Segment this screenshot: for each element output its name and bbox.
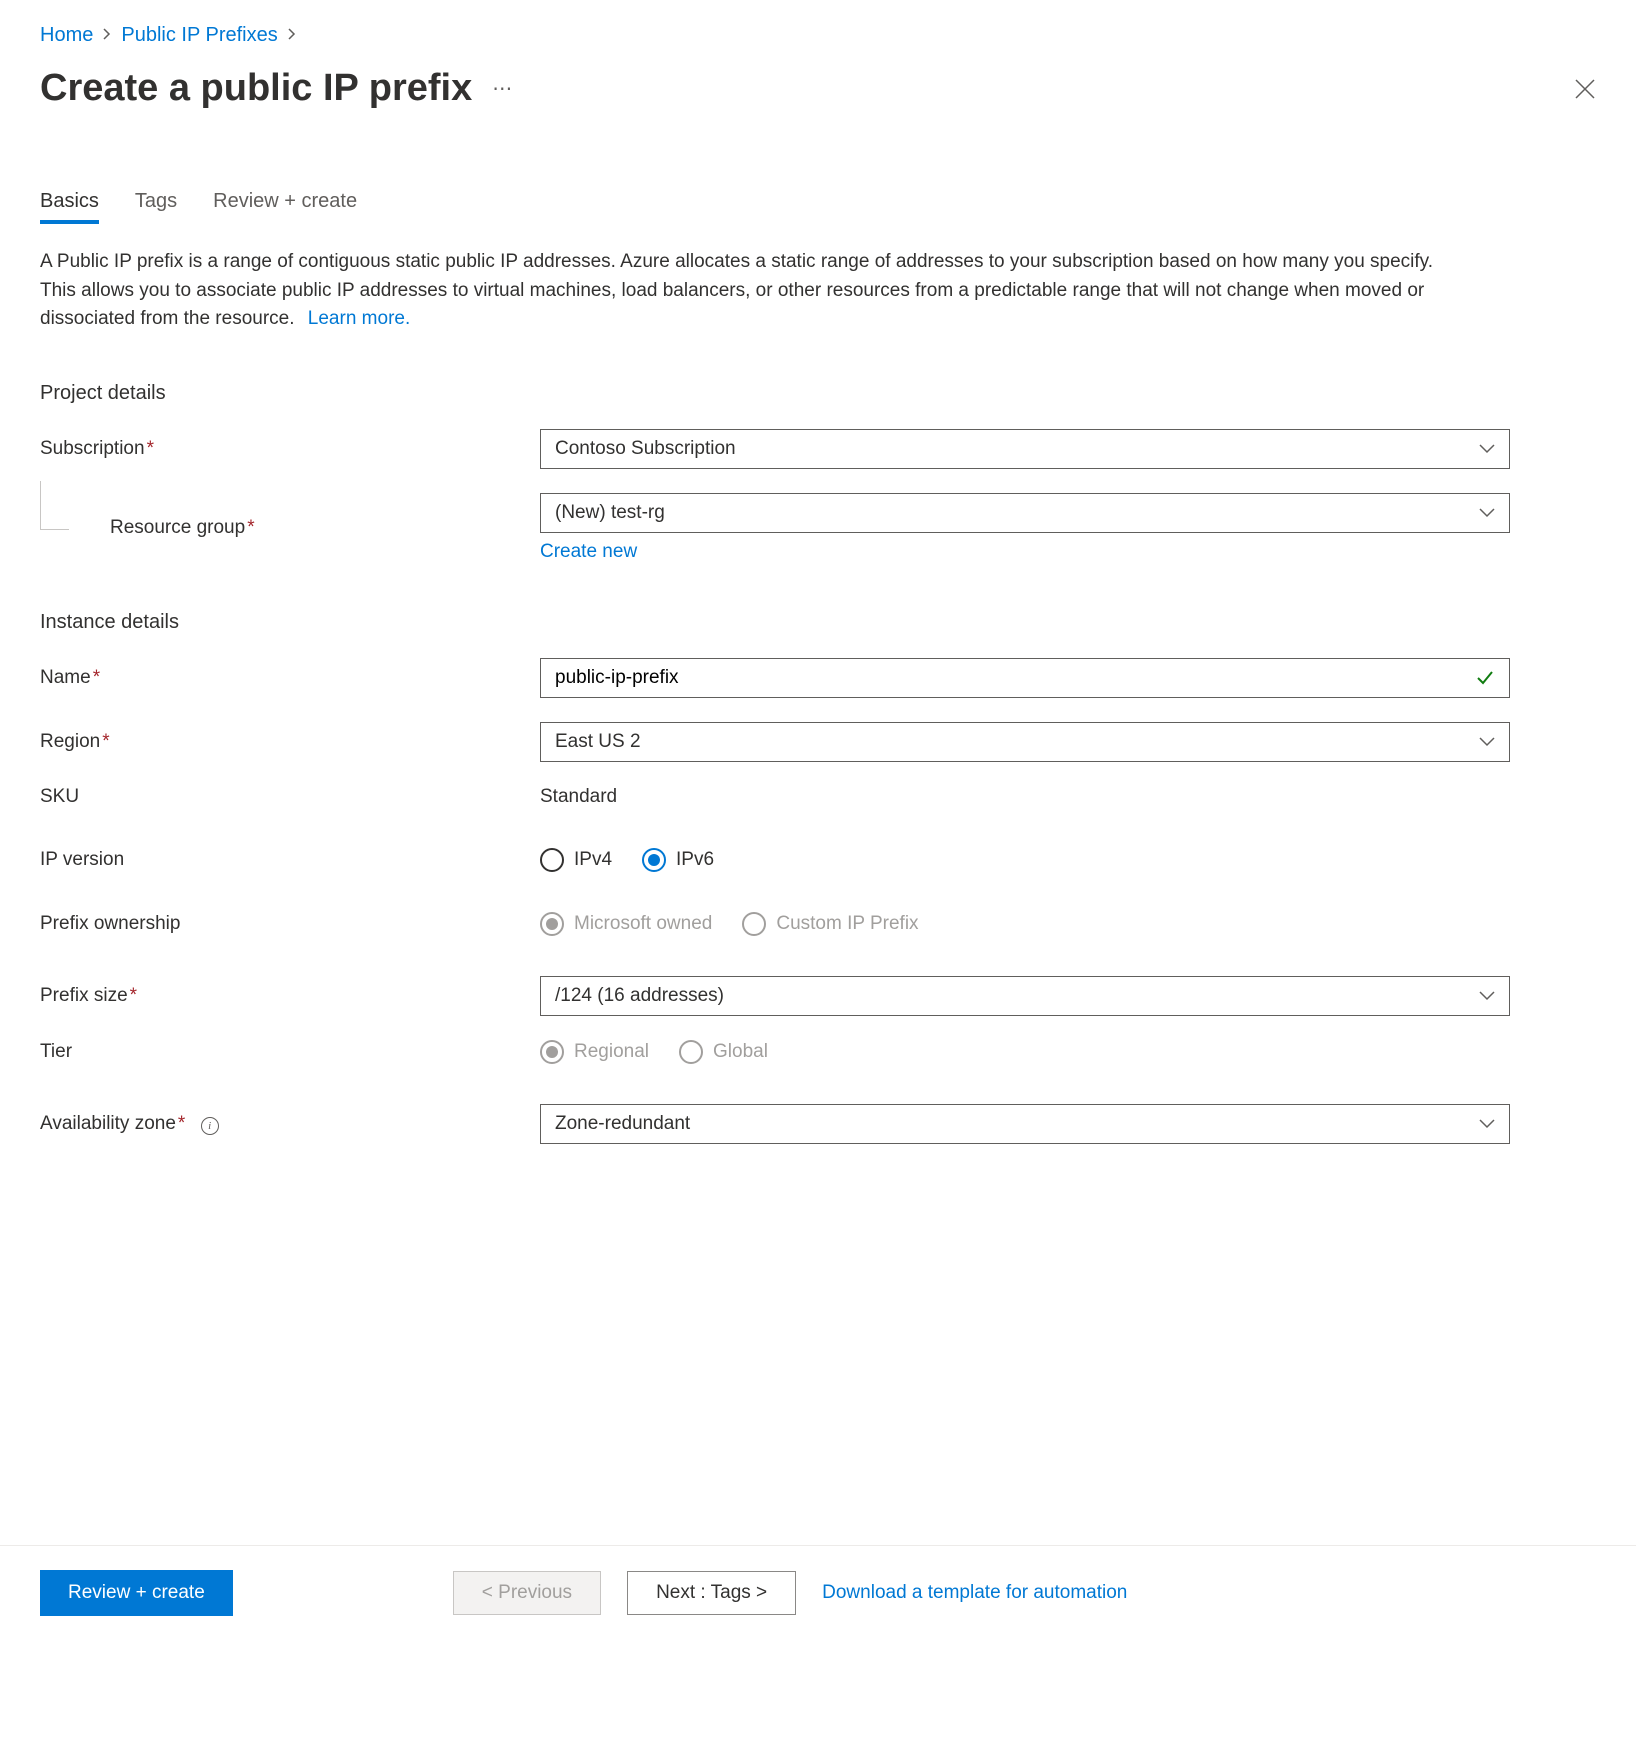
breadcrumb: Home Public IP Prefixes <box>40 24 1596 47</box>
breadcrumb-home[interactable]: Home <box>40 24 93 47</box>
field-availability-zone: Availability zone* i Zone-redundant <box>40 1104 1596 1144</box>
radio-label-msowned: Microsoft owned <box>574 913 712 935</box>
chevron-right-icon <box>103 27 111 45</box>
field-ip-version: IP version IPv4 IPv6 <box>40 848 1596 872</box>
prefix-size-value: /124 (16 addresses) <box>555 985 724 1007</box>
next-button[interactable]: Next : Tags > <box>627 1571 796 1615</box>
tab-review[interactable]: Review + create <box>213 190 357 223</box>
ellipsis-icon[interactable]: ⋯ <box>492 76 512 101</box>
field-subscription: Subscription* Contoso Subscription <box>40 429 1596 469</box>
field-tier: Tier Regional Global <box>40 1040 1596 1064</box>
resource-group-select[interactable]: (New) test-rg <box>540 493 1510 533</box>
radio-label-ipv4: IPv4 <box>574 849 612 871</box>
chevron-down-icon <box>1479 985 1495 1007</box>
radio-custom-ip: Custom IP Prefix <box>742 912 918 936</box>
label-sku: SKU <box>40 786 540 808</box>
label-region: Region* <box>40 731 540 753</box>
chevron-down-icon <box>1479 502 1495 524</box>
page-header: Create a public IP prefix ⋯ <box>40 67 1596 110</box>
prefix-ownership-radios: Microsoft owned Custom IP Prefix <box>540 912 1510 936</box>
label-prefix-ownership: Prefix ownership <box>40 913 540 935</box>
page-title: Create a public IP prefix <box>40 67 472 110</box>
subscription-select[interactable]: Contoso Subscription <box>540 429 1510 469</box>
field-prefix-size: Prefix size* /124 (16 addresses) <box>40 976 1596 1016</box>
region-select[interactable]: East US 2 <box>540 722 1510 762</box>
radio-icon <box>742 912 766 936</box>
radio-label-regional: Regional <box>574 1041 649 1063</box>
resource-group-value: (New) test-rg <box>555 502 665 524</box>
checkmark-icon <box>1475 668 1495 688</box>
radio-ipv4[interactable]: IPv4 <box>540 848 612 872</box>
radio-label-global: Global <box>713 1041 768 1063</box>
radio-label-ipv6: IPv6 <box>676 849 714 871</box>
create-new-link[interactable]: Create new <box>540 541 637 563</box>
review-create-button[interactable]: Review + create <box>40 1570 233 1616</box>
subscription-value: Contoso Subscription <box>555 438 736 460</box>
description-text: A Public IP prefix is a range of contigu… <box>40 248 1440 334</box>
field-prefix-ownership: Prefix ownership Microsoft owned Custom … <box>40 912 1596 936</box>
tier-radios: Regional Global <box>540 1040 1510 1064</box>
tab-bar: Basics Tags Review + create <box>40 190 1596 224</box>
name-input-wrapper <box>540 658 1510 698</box>
radio-icon <box>642 848 666 872</box>
field-resource-group: Resource group* (New) test-rg Create new <box>40 493 1596 563</box>
radio-icon <box>540 1040 564 1064</box>
prefix-size-select[interactable]: /124 (16 addresses) <box>540 976 1510 1016</box>
label-name: Name* <box>40 667 540 689</box>
breadcrumb-prefixes[interactable]: Public IP Prefixes <box>121 24 277 47</box>
radio-icon <box>540 912 564 936</box>
region-value: East US 2 <box>555 731 641 753</box>
availability-zone-value: Zone-redundant <box>555 1113 690 1135</box>
download-template-link[interactable]: Download a template for automation <box>822 1582 1127 1604</box>
radio-global: Global <box>679 1040 768 1064</box>
field-name: Name* <box>40 658 1596 698</box>
close-icon[interactable] <box>1574 78 1596 100</box>
radio-microsoft-owned: Microsoft owned <box>540 912 712 936</box>
radio-icon <box>679 1040 703 1064</box>
chevron-down-icon <box>1479 1113 1495 1135</box>
radio-ipv6[interactable]: IPv6 <box>642 848 714 872</box>
tab-basics[interactable]: Basics <box>40 190 99 223</box>
radio-icon <box>540 848 564 872</box>
field-sku: SKU Standard <box>40 786 1596 808</box>
radio-label-customip: Custom IP Prefix <box>776 913 918 935</box>
learn-more-link[interactable]: Learn more. <box>308 305 410 334</box>
previous-button: < Previous <box>453 1571 601 1615</box>
label-prefix-size: Prefix size* <box>40 985 540 1007</box>
info-icon[interactable]: i <box>201 1117 219 1135</box>
label-availability-zone: Availability zone* i <box>40 1113 540 1135</box>
chevron-right-icon <box>288 27 296 45</box>
label-subscription: Subscription* <box>40 438 540 460</box>
label-ip-version: IP version <box>40 849 540 871</box>
footer-bar: Review + create < Previous Next : Tags >… <box>0 1545 1636 1640</box>
radio-regional: Regional <box>540 1040 649 1064</box>
availability-zone-select[interactable]: Zone-redundant <box>540 1104 1510 1144</box>
ip-version-radios: IPv4 IPv6 <box>540 848 1510 872</box>
label-resource-group: Resource group* <box>40 517 540 539</box>
chevron-down-icon <box>1479 438 1495 460</box>
tab-tags[interactable]: Tags <box>135 190 177 223</box>
name-input[interactable] <box>555 667 1475 689</box>
sku-value: Standard <box>540 786 617 807</box>
section-instance-details: Instance details <box>40 611 1596 634</box>
section-project-details: Project details <box>40 382 1596 405</box>
field-region: Region* East US 2 <box>40 722 1596 762</box>
chevron-down-icon <box>1479 731 1495 753</box>
label-tier: Tier <box>40 1041 540 1063</box>
